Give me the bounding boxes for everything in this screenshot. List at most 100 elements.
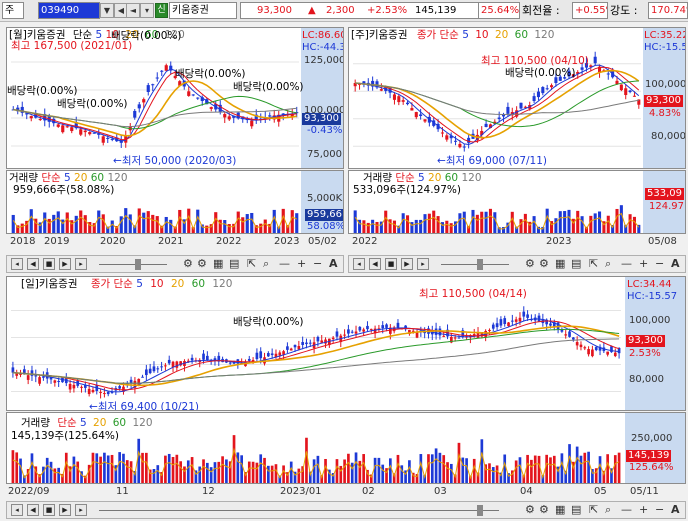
weekly-dividend-label: 배당락(0.00%) (505, 67, 576, 79)
scroll-start-button[interactable]: ◂ (353, 258, 365, 270)
volume-bar (384, 210, 388, 233)
scroll-start-button[interactable]: ◂ (11, 258, 23, 270)
candle-body (61, 125, 65, 133)
price-change: 2,300 (326, 5, 355, 16)
stop-button[interactable]: ■ (385, 258, 397, 270)
weekly-volume-ma5: 5 (418, 172, 425, 184)
auto-scale-icon[interactable]: A (671, 503, 680, 517)
candle-body (145, 369, 148, 376)
volume-bar (427, 213, 431, 233)
auto-scale-icon[interactable]: A (329, 257, 338, 271)
daily-dividend-label: 배당락(0.00%) (233, 316, 304, 328)
zoom-slider-handle[interactable] (135, 259, 141, 270)
magnifier-icon[interactable]: ⌕ (605, 503, 611, 517)
candle-body (572, 337, 575, 340)
volume-bar (125, 460, 129, 483)
candle-body (587, 349, 590, 355)
zoom-in-icon[interactable]: + (297, 257, 306, 271)
monthly-x-label: 2019 (44, 236, 70, 247)
zoom-slider-track[interactable] (441, 264, 509, 265)
auto-scale-icon[interactable]: A (671, 257, 680, 271)
monthly-volume-chart[interactable]: 거래량 단순 5 20 60 120 959,666주(58.08%) 5,00… (6, 170, 344, 234)
volume-bar (186, 460, 190, 483)
candle-body (101, 136, 105, 143)
daily-lc-label: LC:34.44 (627, 279, 672, 290)
monthly-dividend-label: 배당락(0.00%) (57, 98, 128, 110)
candle-body (106, 137, 110, 139)
zoom-slider-track[interactable] (99, 264, 167, 265)
volume-bar (137, 438, 141, 483)
candle-body (70, 127, 74, 132)
scroll-right-button[interactable]: ▶ (59, 258, 71, 270)
options-icon[interactable]: ▾ (140, 3, 154, 18)
zoom-in-icon[interactable]: + (639, 503, 648, 517)
scroll-end-button[interactable]: ▸ (417, 258, 429, 270)
zoom-out-icon[interactable]: − (313, 257, 322, 271)
candle-body (519, 102, 523, 109)
zoom-in-icon[interactable]: + (639, 257, 648, 271)
daily-volume-y-tick: 250,000 (631, 433, 673, 444)
magnifier-icon[interactable]: ⌕ (605, 257, 611, 271)
zoom-slider-handle[interactable] (477, 259, 483, 270)
scroll-right-button[interactable]: ▶ (401, 258, 413, 270)
volume-bar (223, 220, 227, 233)
candle-body (99, 392, 102, 394)
stop-button[interactable]: ■ (43, 258, 55, 270)
settings-icon[interactable]: ⚙ (183, 257, 193, 271)
crosshair-icon[interactable]: — (279, 257, 290, 271)
volume-bar (434, 448, 438, 483)
layout-icon[interactable]: ▤ (571, 503, 581, 517)
zoom-out-icon[interactable]: − (655, 257, 664, 271)
volume-bar (568, 444, 571, 483)
zoom-slider-handle[interactable] (477, 505, 483, 516)
weekly-ma-label: 단순 (439, 29, 459, 41)
candle-body (118, 386, 121, 389)
code-search-icon[interactable]: ▼ (100, 3, 114, 18)
scroll-end-button[interactable]: ▸ (75, 258, 87, 270)
zoom-out-icon[interactable]: − (655, 503, 664, 517)
grid-icon[interactable]: ▦ (555, 503, 565, 517)
settings-icon[interactable]: ⚙ (525, 257, 535, 271)
daily-volume-chart[interactable]: 거래량 단순 5 20 60 120 145,139주(125.64%) 250… (6, 412, 686, 484)
indicator-icon[interactable]: ⚙ (539, 257, 549, 271)
weekly-volume-ma60: 60 (444, 172, 459, 184)
stock-code-input[interactable]: 039490 (38, 2, 100, 19)
volume-bar (389, 458, 392, 483)
monthly-control-bar: ◂ ◀ ■ ▶ ▸ ⚙ ⚙ ▦ ▤ ⇱ ⌕ — + − A (6, 255, 344, 273)
candle-body (503, 318, 507, 325)
speaker-icon[interactable]: ◄ (126, 3, 140, 18)
grid-icon[interactable]: ▦ (555, 257, 565, 271)
draw-icon[interactable]: ⇱ (589, 503, 598, 517)
scroll-right-button[interactable]: ▶ (59, 504, 71, 516)
scroll-left-button[interactable]: ◀ (27, 258, 39, 270)
scroll-left-button[interactable]: ◀ (369, 258, 381, 270)
layout-icon[interactable]: ▤ (571, 257, 581, 271)
scroll-start-button[interactable]: ◂ (11, 504, 23, 516)
crosshair-icon[interactable]: — (621, 257, 632, 271)
settings-icon[interactable]: ⚙ (525, 503, 535, 517)
grid-icon[interactable]: ▦ (213, 257, 223, 271)
crosshair-icon[interactable]: — (621, 503, 632, 517)
zoom-slider-track[interactable] (99, 510, 499, 511)
scroll-end-button[interactable]: ▸ (75, 504, 87, 516)
magnifier-icon[interactable]: ⌕ (263, 257, 269, 271)
indicator-icon[interactable]: ⚙ (197, 257, 207, 271)
monthly-price-chart[interactable]: [월]키움증권 단순 5 10 20 60 120 LC:86.60 HC:-4… (6, 27, 344, 169)
candle-body (366, 325, 369, 330)
scroll-left-button[interactable]: ◀ (27, 504, 39, 516)
daily-price-chart[interactable]: [일]키움증권 종가 단순 5 10 20 60 120 LC:34.44 HC… (6, 276, 686, 411)
daily-ma5-label: 5 (136, 278, 143, 290)
draw-icon[interactable]: ⇱ (589, 257, 598, 271)
turnover-label: 회전율 : (522, 4, 560, 17)
indicator-icon[interactable]: ⚙ (539, 503, 549, 517)
volume-bar (83, 215, 87, 233)
volume-bar (484, 211, 488, 233)
weekly-price-chart[interactable]: [주]키움증권 종가 단순 5 10 20 60 120 LC:35.22 HC… (348, 27, 686, 169)
draw-icon[interactable]: ⇱ (247, 257, 256, 271)
layout-icon[interactable]: ▤ (229, 257, 239, 271)
weekly-volume-chart[interactable]: 거래량 단순 5 20 60 120 533,096주(124.97%) 533… (348, 170, 686, 234)
stop-button[interactable]: ■ (43, 504, 55, 516)
period-menu[interactable]: 주 (2, 2, 24, 19)
volume-bar (45, 457, 49, 483)
volume-bar (167, 453, 171, 483)
